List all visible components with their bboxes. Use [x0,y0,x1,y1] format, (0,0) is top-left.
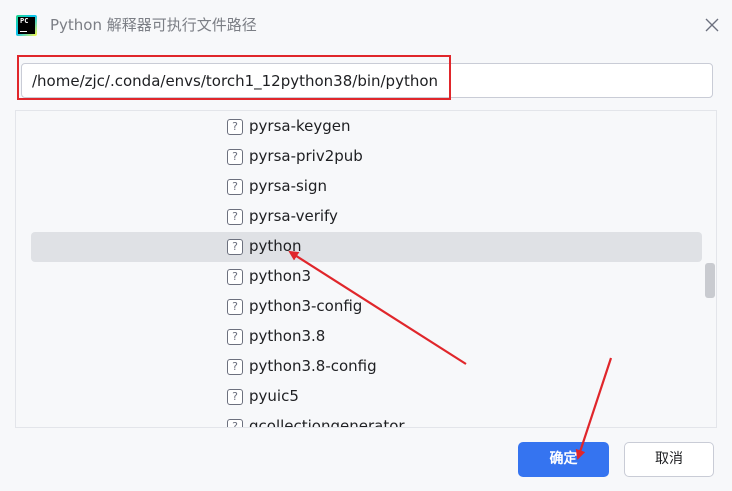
file-list-item[interactable]: ? python3 [31,262,702,292]
title-bar: PC Python 解释器可执行文件路径 [0,0,732,50]
file-list[interactable]: ? pyrsa-keygen? pyrsa-priv2pub? pyrsa-sign?… [15,110,717,428]
close-icon[interactable] [700,13,724,37]
file-list-item[interactable]: ? pyrsa-sign [31,172,702,202]
unknown-file-icon: ? [227,269,243,285]
file-name: python [249,237,302,255]
unknown-file-icon: ? [227,299,243,315]
file-name: pyrsa-verify [249,207,338,225]
unknown-file-icon: ? [227,179,243,195]
interpreter-path-dialog: PC Python 解释器可执行文件路径 ? pyrsa-keygen? pyrsa… [0,0,732,491]
pycharm-logo-icon: PC [16,15,37,36]
unknown-file-icon: ? [227,359,243,375]
cancel-button[interactable]: 取消 [624,442,714,477]
file-name: pyrsa-sign [249,177,327,195]
ok-button[interactable]: 确定 [518,442,609,477]
unknown-file-icon: ? [227,419,243,427]
unknown-file-icon: ? [227,389,243,405]
file-name: qcollectiongenerator [249,417,405,428]
file-list-item[interactable]: ? pyrsa-verify [31,202,702,232]
scrollbar-thumb[interactable] [705,263,715,298]
path-input[interactable] [21,63,713,98]
file-list-item[interactable]: ? python3-config [31,292,702,322]
file-list-item[interactable]: ? pyrsa-priv2pub [31,142,702,172]
file-name: python3-config [249,297,363,315]
file-name: pyrsa-priv2pub [249,147,363,165]
file-name: pyuic5 [249,387,299,405]
file-list-item[interactable]: ? qcollectiongenerator [31,412,702,428]
file-list-item[interactable]: ? python3.8 [31,322,702,352]
file-name: python3.8 [249,327,326,345]
unknown-file-icon: ? [227,119,243,135]
unknown-file-icon: ? [227,149,243,165]
unknown-file-icon: ? [227,239,243,255]
file-list-item[interactable]: ? pyuic5 [31,382,702,412]
unknown-file-icon: ? [227,329,243,345]
app-logo-letters: PC [20,17,29,25]
file-name: pyrsa-keygen [249,117,351,135]
unknown-file-icon: ? [227,209,243,225]
dialog-title: Python 解释器可执行文件路径 [50,16,257,34]
file-list-item[interactable]: ? python3.8-config [31,352,702,382]
file-name: python3 [249,267,312,285]
file-list-item[interactable]: ? pyrsa-keygen [31,112,702,142]
file-list-item[interactable]: ? python [31,232,702,262]
file-name: python3.8-config [249,357,377,375]
